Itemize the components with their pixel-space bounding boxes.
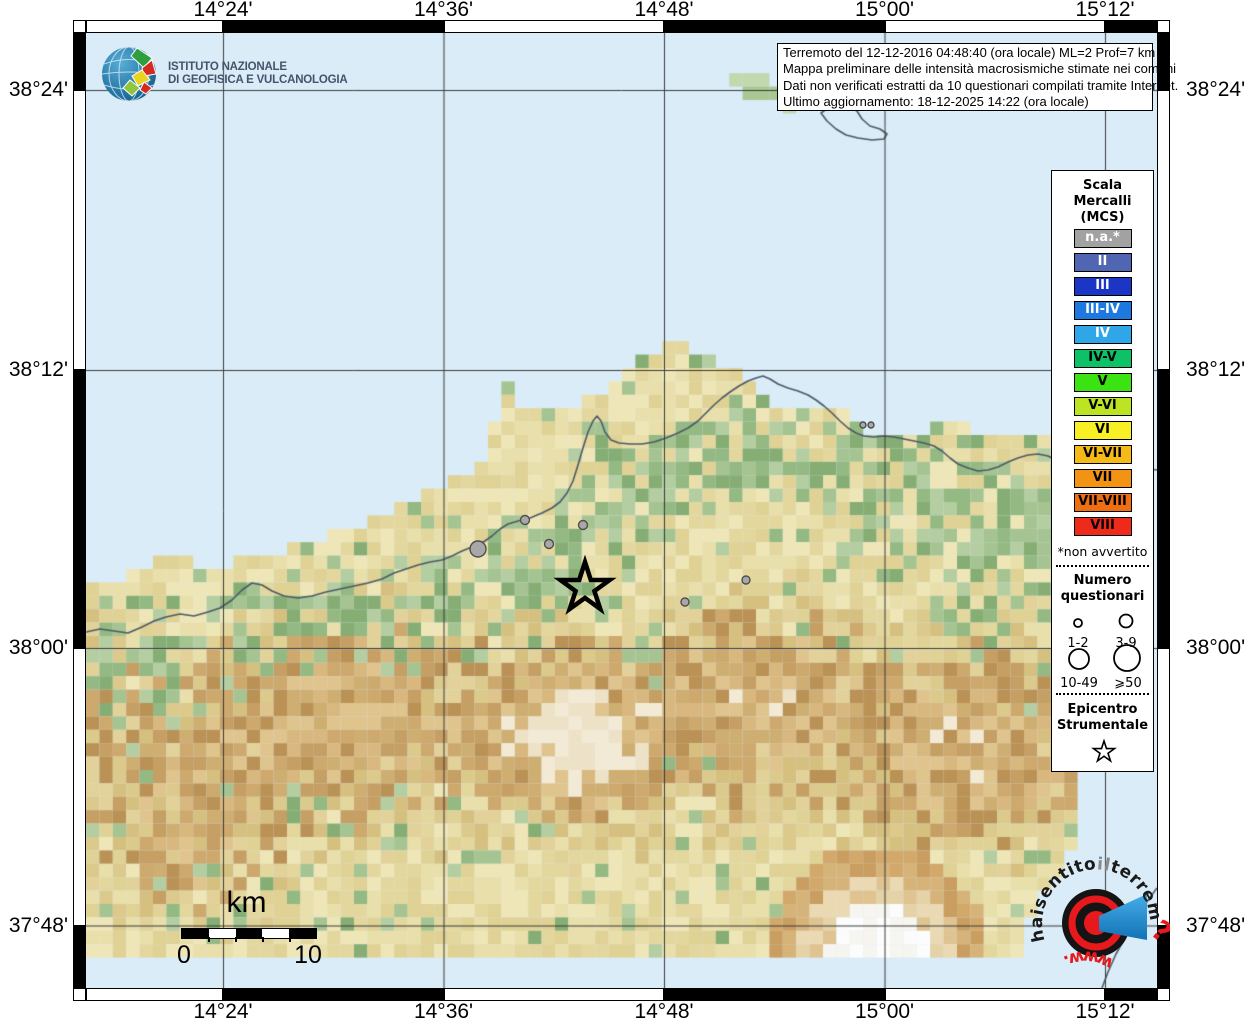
epicentro-line1: Epicentro [1052,702,1153,718]
size-circle-10-49 [1069,649,1089,669]
intensity-map-page: 14°24' 14°36' 14°48' 15°00' 15°12' 14°24' 14°3… [0,0,1254,1024]
frame-segment [664,988,885,1001]
size-circle-1-2 [1074,619,1082,627]
frame-segment [73,988,86,1001]
frame-segment [73,926,86,989]
legend-footnote: *non avvertito [1052,544,1153,559]
terrain-map-canvas [86,33,1157,988]
frame-segment [444,20,665,33]
ingv-logo: ISTITUTO NAZIONALE DI GEOFISICA E VULCAN… [100,45,347,103]
intensity-chip-iv-v: IV-V [1074,349,1132,368]
intensity-chip-viii: VIII [1074,517,1132,536]
legend-panel: Scala Mercalli (MCS) n.a.*IIIIIIII-IVIVI… [1051,170,1154,772]
intensity-chip-v-vi: V-VI [1074,397,1132,416]
frame-segment [73,370,86,648]
scale-bar-end: 10 [288,941,328,970]
frame-segment [1157,90,1170,370]
frame-segment [885,20,1106,33]
size-label: ⩾50 [1114,676,1141,691]
axis-label-top: 14°36' [414,0,473,22]
size-label: 10-49 [1060,676,1098,691]
info-line-maptype: Mappa preliminare delle intensità macros… [783,61,1152,77]
intensity-chip-iii: III [1074,277,1132,296]
info-line-updated: Ultimo aggiornamento: 18-12-2025 14:22 (… [783,94,1152,110]
questionnaire-count-title: Numero questionari [1052,573,1153,605]
scale-bar-segments [181,928,317,939]
frame-segment [73,33,86,90]
intensity-chip-v: V [1074,373,1132,392]
haisentitoilterremoto-watermark: haisentitoilterremoto.it www. ? [1026,851,1170,995]
scale-bar-start: 0 [164,941,204,970]
ingv-line2: DI GEOFISICA E VULCANOLOGIA [168,74,347,88]
frame-segment [1157,370,1170,648]
axis-label-right: 38°24' [1186,78,1245,102]
axis-label-bottom: 15°12' [1075,1000,1134,1024]
legend-divider-2 [1056,693,1149,695]
intensity-chip-vi-vii: VI-VII [1074,445,1132,464]
axis-label-top: 15°00' [855,0,914,22]
size-label: 1-2 [1067,636,1088,651]
frame-segment [1157,20,1170,33]
size-label: 3-9 [1115,636,1136,651]
scale-bar-unit: km [178,886,315,920]
axis-label-bottom: 15°00' [855,1000,914,1024]
numero-line1: Numero [1052,573,1153,589]
axis-label-left: 38°00' [0,636,68,660]
axis-label-top: 14°48' [634,0,693,22]
frame-segment [73,20,86,33]
info-line-datasource: Dati non verificati estratti da 10 quest… [783,78,1152,94]
axis-label-bottom: 14°48' [634,1000,693,1024]
intensity-scale-chips: n.a.*IIIIIIII-IVIVIV-VVV-VIVIVI-VIIVIIVI… [1052,229,1153,541]
legend-divider-1 [1056,565,1149,567]
earthquake-info-box: Terremoto del 12-12-2016 04:48:40 (ora l… [777,43,1153,111]
legend-title-line3: (MCS) [1052,210,1153,226]
epicenter-legend-title: Epicentro Strumentale [1052,702,1153,734]
legend-title-line2: Mercalli [1052,194,1153,210]
frame-segment [223,20,444,33]
legend-title-line1: Scala [1052,178,1153,194]
axis-label-top: 14°24' [193,0,252,22]
intensity-chip-iii-iv: III-IV [1074,301,1132,320]
frame-segment [664,20,885,33]
axis-label-right: 37°48' [1186,914,1245,938]
intensity-chip-vi: VI [1074,421,1132,440]
intensity-chip-vii-viii: VII-VIII [1074,493,1132,512]
axis-label-left: 37°48' [0,914,68,938]
epicentro-line2: Strumentale [1052,718,1153,734]
axis-label-bottom: 14°36' [414,1000,473,1024]
ingv-wordmark: ISTITUTO NAZIONALE DI GEOFISICA E VULCAN… [168,61,347,88]
frame-segment [223,988,444,1001]
frame-segment [444,988,665,1001]
wm-dot-it: .it [1026,851,1030,856]
frame-segment [73,90,86,370]
intensity-chip-iv: IV [1074,325,1132,344]
intensity-chip-vii: VII [1074,469,1132,488]
ingv-line1: ISTITUTO NAZIONALE [168,61,347,75]
axis-label-right: 38°12' [1186,358,1245,382]
ingv-globe-icon [100,45,158,103]
numero-line2: questionari [1052,589,1153,605]
legend-title: Scala Mercalli (MCS) [1052,178,1153,226]
axis-label-top: 15°12' [1075,0,1134,22]
axis-label-bottom: 14°24' [193,1000,252,1024]
frame-segment [73,648,86,926]
epicenter-legend-star [1052,737,1155,771]
intensity-chip-ii: II [1074,253,1132,272]
axis-label-left: 38°12' [0,358,68,382]
size-circle-3-9 [1120,615,1133,628]
axis-label-left: 38°24' [0,78,68,102]
axis-label-right: 38°00' [1186,636,1245,660]
info-line-event: Terremoto del 12-12-2016 04:48:40 (ora l… [783,45,1152,61]
intensity-chip-n.a.*: n.a.* [1074,229,1132,248]
